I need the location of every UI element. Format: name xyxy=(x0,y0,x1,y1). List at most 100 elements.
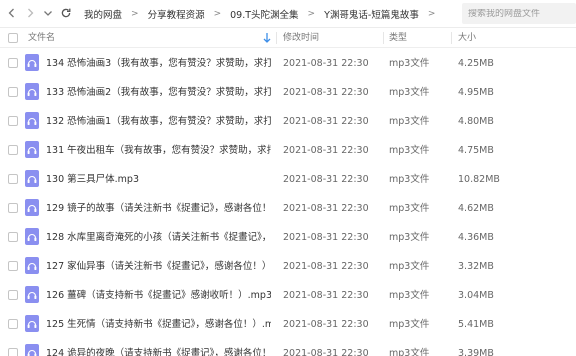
file-size: 3.04MB xyxy=(458,290,494,301)
file-type: mp3文件 xyxy=(389,58,430,69)
chevron-left-icon[interactable] xyxy=(4,5,20,21)
file-size: 3.39MB xyxy=(458,348,494,356)
chevron-down-icon[interactable] xyxy=(40,5,56,21)
file-type: mp3文件 xyxy=(389,116,430,127)
file-row[interactable]: 133 恐怖油画2（我有故事，您有赞没？求赞助，求打赏... 2021-08-3… xyxy=(0,78,576,107)
file-row[interactable]: 126 薑碑（请支持新书《捉畫记》感谢收听！）.mp3 2021-08-31 2… xyxy=(0,281,576,310)
file-type: mp3文件 xyxy=(389,261,430,272)
audio-file-icon xyxy=(25,54,39,71)
file-name[interactable]: 129 镜子的故事（请关注新书《捉畫记》，感谢各位！）... xyxy=(46,194,271,223)
file-size: 4.62MB xyxy=(458,203,494,214)
file-row[interactable]: 129 镜子的故事（请关注新书《捉畫记》，感谢各位！）... 2021-08-3… xyxy=(0,194,576,223)
file-type: mp3文件 xyxy=(389,290,430,301)
breadcrumb: 我的网盘 > 分享教程资源 > 09.T头陀渊全集 > Y渊哥鬼话-短篇鬼故事 … xyxy=(80,0,440,28)
file-modified-date: 2021-08-31 22:30 xyxy=(283,319,369,330)
column-divider[interactable] xyxy=(383,32,384,44)
file-name[interactable]: 133 恐怖油画2（我有故事，您有赞没？求赞助，求打赏... xyxy=(46,78,271,107)
file-modified-date: 2021-08-31 22:30 xyxy=(283,203,369,214)
audio-file-icon xyxy=(25,315,39,332)
audio-file-icon xyxy=(25,170,39,187)
row-checkbox[interactable] xyxy=(8,174,18,184)
column-header-date[interactable]: 修改时间 xyxy=(283,28,319,48)
file-name[interactable]: 132 恐怖油画1（我有故事，您有赞没？求赞助，求打赏... xyxy=(46,107,271,136)
audio-file-icon xyxy=(25,199,39,216)
row-checkbox[interactable] xyxy=(8,116,18,126)
file-modified-date: 2021-08-31 22:30 xyxy=(283,145,369,156)
row-checkbox[interactable] xyxy=(8,290,18,300)
file-modified-date: 2021-08-31 22:30 xyxy=(283,261,369,272)
audio-file-icon xyxy=(25,257,39,274)
navigation-bar: 我的网盘 > 分享教程资源 > 09.T头陀渊全集 > Y渊哥鬼话-短篇鬼故事 … xyxy=(0,0,576,28)
select-all-checkbox[interactable] xyxy=(8,33,18,43)
file-list-header: 文件名 修改时间 类型 大小 xyxy=(0,28,576,48)
file-size: 4.25MB xyxy=(458,58,494,69)
chevron-right-icon[interactable] xyxy=(22,5,38,21)
file-name[interactable]: 128 水库里离奇淹死的小孩（请关注新书《捉畫记》，感... xyxy=(46,223,271,252)
file-row[interactable]: 124 诡异的夜晚（请支持新书《捉畫记》，感谢各位！）... 2021-08-3… xyxy=(0,339,576,356)
row-checkbox[interactable] xyxy=(8,319,18,329)
breadcrumb-item[interactable]: 我的网盘 xyxy=(80,7,126,21)
file-type: mp3文件 xyxy=(389,87,430,98)
file-name[interactable]: 134 恐怖油画3（我有故事，您有赞没？求赞助，求打赏... xyxy=(46,49,271,78)
column-header-type[interactable]: 类型 xyxy=(389,28,407,48)
audio-file-icon xyxy=(25,83,39,100)
file-row[interactable]: 125 生死情（请支持新书《捉畫记》，感谢各位！）.mp3 2021-08-31… xyxy=(0,310,576,339)
file-name[interactable]: 124 诡异的夜晚（请支持新书《捉畫记》，感谢各位！）... xyxy=(46,339,271,356)
row-checkbox[interactable] xyxy=(8,145,18,155)
file-modified-date: 2021-08-31 22:30 xyxy=(283,290,369,301)
column-divider[interactable] xyxy=(451,32,452,44)
file-type: mp3文件 xyxy=(389,348,430,356)
file-row[interactable]: 134 恐怖油画3（我有故事，您有赞没？求赞助，求打赏... 2021-08-3… xyxy=(0,49,576,78)
row-checkbox[interactable] xyxy=(8,87,18,97)
audio-file-icon xyxy=(25,228,39,245)
audio-file-icon xyxy=(25,344,39,356)
file-row[interactable]: 127 家仙异事（请关注新书《捉畫记》，感谢各位！）.mp... 2021-08… xyxy=(0,252,576,281)
file-modified-date: 2021-08-31 22:30 xyxy=(283,58,369,69)
file-size: 4.36MB xyxy=(458,232,494,243)
row-checkbox[interactable] xyxy=(8,348,18,356)
chevron-right-icon: > xyxy=(427,9,436,19)
search-input[interactable] xyxy=(468,8,576,19)
file-modified-date: 2021-08-31 22:30 xyxy=(283,348,369,356)
breadcrumb-item[interactable]: 09.T头陀渊全集 xyxy=(226,7,302,21)
row-checkbox[interactable] xyxy=(8,232,18,242)
audio-file-icon xyxy=(25,112,39,129)
file-name[interactable]: 127 家仙异事（请关注新书《捉畫记》，感谢各位！）.mp... xyxy=(46,252,271,281)
column-header-size[interactable]: 大小 xyxy=(458,28,476,48)
file-size: 3.32MB xyxy=(458,261,494,272)
file-name[interactable]: 125 生死情（请支持新书《捉畫记》，感谢各位！）.mp3 xyxy=(46,310,271,339)
file-type: mp3文件 xyxy=(389,145,430,156)
audio-file-icon xyxy=(25,141,39,158)
file-row[interactable]: 128 水库里离奇淹死的小孩（请关注新书《捉畫记》，感... 2021-08-3… xyxy=(0,223,576,252)
file-name[interactable]: 131 午夜出租车（我有故事，您有赞没？求赞助，求打赏... xyxy=(46,136,271,165)
file-modified-date: 2021-08-31 22:30 xyxy=(283,87,369,98)
file-row[interactable]: 130 第三具尸体.mp3 2021-08-31 22:30 mp3文件 10.… xyxy=(0,165,576,194)
file-type: mp3文件 xyxy=(389,319,430,330)
file-size: 4.80MB xyxy=(458,116,494,127)
file-modified-date: 2021-08-31 22:30 xyxy=(283,232,369,243)
file-row[interactable]: 131 午夜出租车（我有故事，您有赞没？求赞助，求打赏... 2021-08-3… xyxy=(0,136,576,165)
breadcrumb-item[interactable]: 分享教程资源 xyxy=(144,7,209,21)
search-box[interactable] xyxy=(462,3,576,24)
chevron-right-icon: > xyxy=(131,9,139,19)
file-size: 4.95MB xyxy=(458,87,494,98)
file-name[interactable]: 130 第三具尸体.mp3 xyxy=(46,165,271,194)
file-modified-date: 2021-08-31 22:30 xyxy=(283,174,369,185)
file-size: 4.75MB xyxy=(458,145,494,156)
row-checkbox[interactable] xyxy=(8,261,18,271)
breadcrumb-item[interactable]: Y渊哥鬼话-短篇鬼故事 xyxy=(320,7,423,21)
file-row[interactable]: 132 恐怖油画1（我有故事，您有赞没？求赞助，求打赏... 2021-08-3… xyxy=(0,107,576,136)
refresh-icon[interactable] xyxy=(58,5,74,21)
chevron-right-icon: > xyxy=(307,9,316,19)
sort-down-icon[interactable] xyxy=(263,32,271,44)
file-type: mp3文件 xyxy=(389,203,430,214)
chevron-right-icon: > xyxy=(213,9,222,19)
row-checkbox[interactable] xyxy=(8,58,18,68)
file-name[interactable]: 126 薑碑（请支持新书《捉畫记》感谢收听！）.mp3 xyxy=(46,281,271,310)
file-size: 5.41MB xyxy=(458,319,494,330)
file-size: 10.82MB xyxy=(458,174,500,185)
row-checkbox[interactable] xyxy=(8,203,18,213)
audio-file-icon xyxy=(25,286,39,303)
column-header-name[interactable]: 文件名 xyxy=(28,28,55,48)
column-divider[interactable] xyxy=(276,32,277,44)
